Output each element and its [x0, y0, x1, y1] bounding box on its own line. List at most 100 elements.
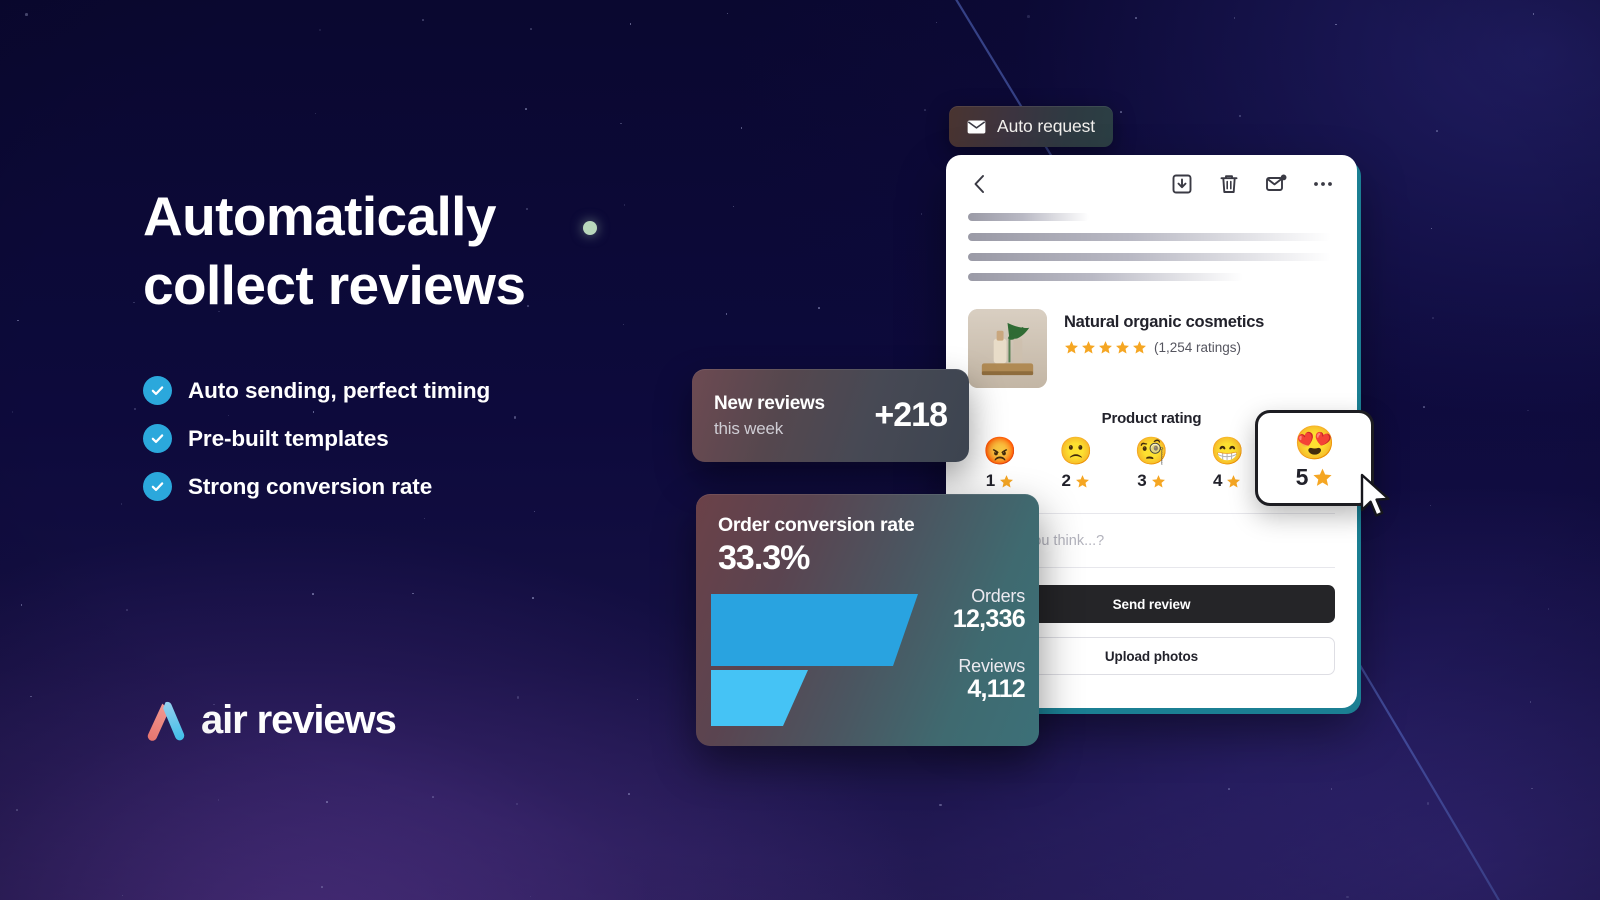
star-dot: [30, 695, 32, 698]
mail-badge-icon[interactable]: [1264, 172, 1288, 196]
star-dot: [312, 593, 314, 595]
star-icon: [1065, 341, 1078, 354]
star-dot: [532, 597, 534, 599]
legend-reviews: Reviews 4,112: [953, 656, 1025, 704]
feature-item-templates: Pre-built templates: [143, 424, 490, 453]
monocle-face-emoji: 🧐: [1134, 436, 1169, 466]
stars-row: [1064, 340, 1147, 355]
star-dot: [432, 796, 434, 798]
chevron-left-icon[interactable]: [968, 172, 992, 196]
star-dot: [740, 127, 743, 129]
star-dot: [120, 503, 123, 505]
star-dot: [20, 604, 23, 606]
message-placeholder-lines: [946, 213, 1357, 281]
skeleton-line: [968, 213, 1090, 221]
brand-logo: air reviews: [143, 698, 397, 743]
ratings-count: (1,254 ratings): [1154, 340, 1242, 355]
legend-value: 4,112: [967, 675, 1025, 703]
star-icon: [1227, 474, 1241, 487]
trash-icon[interactable]: [1217, 172, 1241, 196]
legend-label: Reviews: [958, 656, 1025, 676]
envelope-icon: [967, 119, 986, 134]
feature-label: Auto sending, perfect timing: [188, 377, 491, 403]
star-icon: [1099, 341, 1112, 354]
star-dot: [515, 802, 519, 806]
star-icon: [1076, 474, 1089, 487]
star-dot: [636, 698, 639, 700]
star-dot: [25, 13, 28, 16]
rating-option-label: 5: [1296, 464, 1334, 491]
grinning-face-emoji: 😁: [1210, 436, 1245, 466]
feature-label: Strong conversion rate: [188, 473, 433, 499]
star-icon: [1313, 468, 1332, 486]
star-dot: [217, 799, 220, 801]
skeleton-line: [968, 253, 1332, 261]
rating-option-label: 3: [1137, 471, 1165, 491]
rating-option-2[interactable]: 🙁 2: [1050, 438, 1102, 491]
rating-option-value: 3: [1137, 471, 1147, 490]
funnel-segment-orders: [711, 594, 918, 666]
star-dot: [16, 809, 18, 811]
star-dot: [121, 894, 124, 897]
heart-eyes-face-emoji: 😍: [1293, 423, 1336, 461]
mail-toolbar-actions: [1170, 172, 1335, 196]
angry-face-emoji: 😡: [983, 436, 1017, 466]
rating-option-5-selected[interactable]: 😍 5: [1255, 410, 1374, 506]
feature-list: Auto sending, perfect timing Pre-built t…: [143, 376, 490, 520]
rating-option-value: 2: [1061, 471, 1071, 490]
product-title: Natural organic cosmetics: [1064, 313, 1265, 331]
conversion-rate-value: 33.3%: [718, 539, 810, 577]
new-reviews-value: +218: [874, 396, 948, 434]
logo-wordmark: air reviews: [201, 698, 397, 742]
conversion-legend: Orders 12,336 Reviews 4,112: [952, 586, 1026, 726]
promo-banner: Automatically collect reviews Auto sendi…: [0, 0, 1600, 900]
star-dot: [314, 112, 317, 115]
funnel-segment-reviews: [711, 670, 808, 726]
order-conversion-rate-card: Order conversion rate 33.3% Orders 12,33…: [696, 494, 1039, 746]
star-dot: [525, 108, 527, 110]
star-dot: [529, 895, 532, 898]
star-dot: [530, 28, 532, 30]
auto-request-badge[interactable]: Auto request: [949, 106, 1114, 147]
star-icon: [1133, 341, 1146, 354]
star-dot: [126, 609, 128, 611]
star-dot: [533, 510, 536, 513]
skeleton-line: [968, 273, 1244, 281]
mouse-pointer-icon: [1359, 473, 1393, 519]
rating-option-value: 4: [1213, 471, 1223, 490]
rating-option-label: 2: [1062, 471, 1090, 491]
auto-request-label: Auto request: [997, 116, 1096, 136]
star-icon: [1082, 341, 1095, 354]
mail-toolbar: [946, 155, 1357, 213]
check-circle-icon: [143, 376, 172, 405]
rating-option-label: 4: [1213, 471, 1241, 491]
more-horizontal-icon[interactable]: [1311, 172, 1335, 196]
star-icon: [1000, 474, 1014, 487]
slightly-frowning-face-emoji: 🙁: [1058, 436, 1093, 466]
star-dot: [326, 801, 328, 803]
star-dot: [629, 23, 632, 25]
new-reviews-labels: New reviews this week: [714, 393, 825, 439]
star-dot: [516, 696, 520, 699]
product-summary: Natural organic cosmetics (1,254 ratings…: [946, 293, 1357, 388]
star-dot: [422, 19, 424, 21]
star-dot: [726, 12, 729, 15]
conversion-funnel-chart: [711, 594, 927, 726]
rating-option-3[interactable]: 🧐 3: [1126, 438, 1178, 491]
star-icon: [1116, 341, 1129, 354]
feature-label: Pre-built templates: [188, 425, 389, 451]
feature-item-auto-sending: Auto sending, perfect timing: [143, 376, 490, 405]
star-dot: [620, 122, 622, 124]
air-reviews-logo-mark: [147, 701, 185, 741]
star-icon: [1151, 474, 1165, 487]
legend-value: 12,336: [952, 605, 1026, 633]
rating-option-1[interactable]: 😡 1: [974, 438, 1026, 491]
new-reviews-title: New reviews: [714, 392, 825, 414]
archive-icon[interactable]: [1170, 172, 1194, 196]
legend-label: Orders: [971, 586, 1025, 606]
legend-orders: Orders 12,336: [952, 586, 1026, 634]
conversion-chart-title: Order conversion rate: [718, 514, 915, 536]
rating-option-4[interactable]: 😁 4: [1201, 438, 1253, 491]
star-dot: [513, 416, 517, 419]
check-circle-icon: [143, 424, 172, 453]
